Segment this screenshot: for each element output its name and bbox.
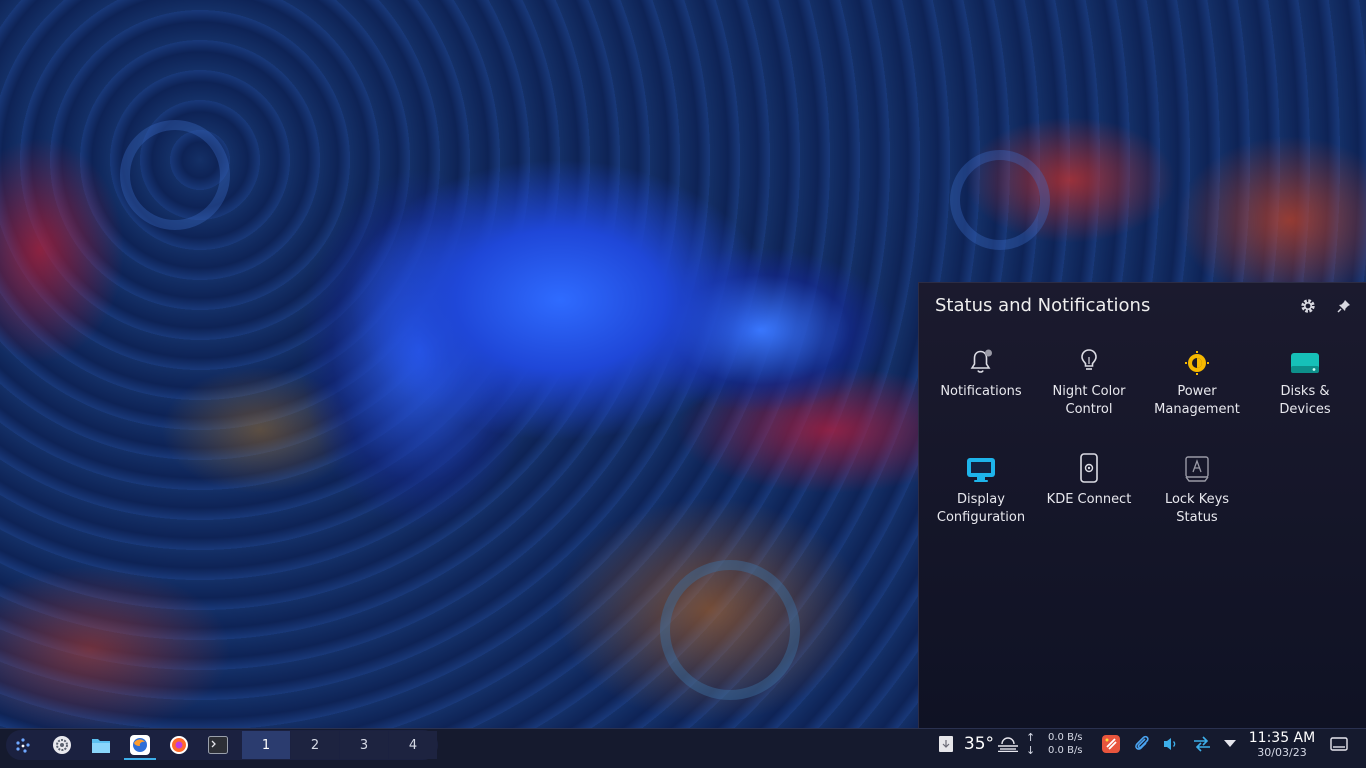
transfer-arrows-icon (1194, 736, 1210, 752)
gear-icon (1301, 299, 1315, 313)
download-speed: 0.0 B/s (1048, 745, 1083, 756)
kde-connect-tray-button[interactable] (1191, 733, 1213, 755)
monitor-icon (967, 458, 995, 482)
shield-app-button[interactable] (1100, 733, 1122, 755)
popup-title: Status and Notifications (935, 295, 1151, 316)
terminal-launcher[interactable] (206, 733, 230, 757)
status-notifications-popup: Status and Notifications Notifications N… (918, 282, 1366, 728)
virtual-desktop-4[interactable]: 4 (389, 731, 437, 759)
tile-label: Lock Keys Status (1164, 492, 1230, 525)
phone-icon (1080, 453, 1098, 483)
download-arrow: ↓ (1026, 744, 1036, 757)
firefox-icon (170, 736, 188, 754)
pin-button[interactable] (1333, 295, 1355, 317)
file-manager-launcher[interactable] (89, 733, 113, 757)
tile-notifications[interactable]: Notifications (927, 343, 1035, 401)
attachment-button[interactable] (1131, 733, 1153, 755)
taskbar: 1 2 3 4 35° ↑ ↓ 0.0 B/s 0.0 B/s 11:35 AM… (0, 728, 1366, 768)
tile-label: Disks & Devices (1279, 384, 1331, 417)
clock-time: 11:35 AM (1248, 730, 1316, 746)
bell-icon (970, 349, 992, 373)
shield-icon (1102, 735, 1120, 753)
tile-label: Power Management (1154, 384, 1240, 417)
tile-label: Notifications (940, 384, 1022, 399)
tile-label: Night Color Control (1052, 384, 1126, 417)
weather-temperature[interactable]: 35° (962, 732, 996, 756)
active-task-indicator (124, 758, 156, 760)
document-icon (939, 736, 953, 752)
keyboard-key-icon (1185, 456, 1209, 482)
tile-power-management[interactable]: Power Management (1143, 343, 1251, 419)
tile-label: Display Configuration (936, 492, 1026, 525)
wallpaper-swirl (950, 150, 1050, 250)
paperclip-icon (1135, 735, 1149, 750)
speaker-icon (1164, 738, 1176, 750)
terminal-icon (208, 736, 228, 754)
clock-date: 30/03/23 (1257, 746, 1307, 759)
tile-label: KDE Connect (1046, 492, 1132, 507)
wallpaper-swirl (660, 560, 800, 700)
fog-icon (998, 737, 1018, 752)
firefox-icon (130, 735, 150, 755)
network-arrows: ↑ ↓ (1026, 731, 1035, 757)
app-launcher-button[interactable] (10, 733, 36, 759)
clipboard-button[interactable] (936, 734, 956, 754)
battery-icon (1185, 351, 1209, 375)
virtual-desktop-1[interactable]: 1 (242, 731, 290, 759)
wallpaper-swirl (120, 120, 230, 230)
tile-display-configuration[interactable]: Display Configuration (927, 451, 1035, 527)
firefox-launcher-active[interactable] (128, 733, 152, 757)
volume-button[interactable] (1160, 733, 1182, 755)
drive-icon (1291, 353, 1319, 373)
tile-disks-devices[interactable]: Disks & Devices (1251, 343, 1359, 419)
app-menu-icon (16, 738, 30, 753)
virtual-desktop-2[interactable]: 2 (291, 731, 339, 759)
tile-lock-keys-status[interactable]: Lock Keys Status (1143, 451, 1251, 527)
virtual-desktop-3[interactable]: 3 (340, 731, 388, 759)
digital-clock[interactable]: 11:35 AM 30/03/23 (1246, 730, 1318, 759)
settings-icon (53, 736, 71, 754)
weather-button[interactable] (996, 734, 1020, 754)
configure-button[interactable] (1297, 295, 1319, 317)
desktop-icon (1330, 737, 1348, 751)
network-speed[interactable]: 0.0 B/s 0.0 B/s (1048, 731, 1083, 757)
show-desktop-button[interactable] (1328, 733, 1350, 755)
lightbulb-icon (1081, 349, 1097, 370)
system-settings-launcher[interactable] (50, 733, 74, 757)
chevron-down-icon (1224, 740, 1236, 747)
tile-kde-connect[interactable]: KDE Connect (1035, 451, 1143, 509)
show-hidden-icons-button[interactable] (1220, 733, 1240, 755)
tile-night-color[interactable]: Night Color Control (1035, 343, 1143, 419)
firefox-launcher[interactable] (167, 733, 191, 757)
pin-icon (1337, 300, 1350, 313)
upload-speed: 0.0 B/s (1048, 732, 1083, 743)
folder-icon (92, 739, 110, 753)
upload-arrow: ↑ (1026, 731, 1036, 744)
